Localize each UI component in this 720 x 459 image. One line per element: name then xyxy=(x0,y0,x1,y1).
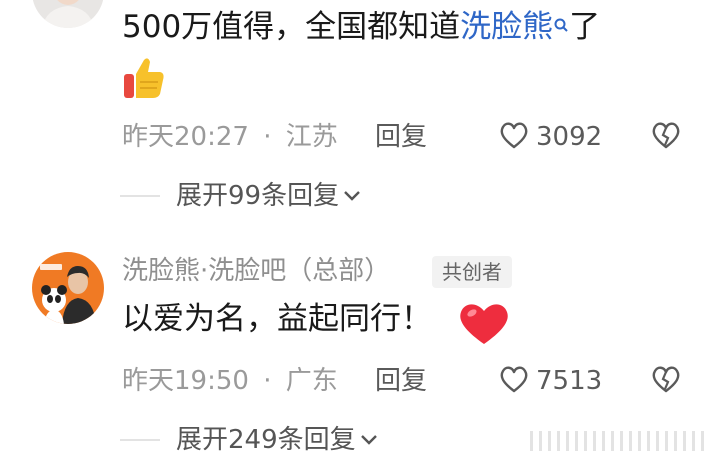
dislike-button[interactable] xyxy=(650,120,682,154)
watermark xyxy=(530,431,710,451)
heart-outline-icon xyxy=(498,120,530,153)
meta-separator: · xyxy=(263,366,272,396)
comment-text: 以爱为名，益起同行！ xyxy=(122,304,432,335)
comment-meta: 昨天19:50 · 广东 xyxy=(122,368,338,394)
search-icon[interactable] xyxy=(553,10,569,41)
comment-text-body: 以爱为名，益起同行！ xyxy=(122,301,432,337)
like-button[interactable]: 7513 xyxy=(498,364,602,397)
comment-author[interactable]: 洗脸熊·洗脸吧（总部） xyxy=(122,258,390,284)
expand-replies-label: 展开99条回复 xyxy=(176,181,340,211)
dislike-button[interactable] xyxy=(650,364,682,398)
chevron-down-icon xyxy=(343,187,361,206)
divider-line xyxy=(120,195,160,197)
comment-location: 江苏 xyxy=(285,122,338,152)
heart-outline-icon xyxy=(498,364,530,397)
author-badge: 共创者 xyxy=(432,256,512,288)
broken-heart-icon xyxy=(650,122,682,154)
avatar[interactable] xyxy=(32,252,104,324)
comment-text: 500万值得，全国都知道洗脸熊了 xyxy=(122,12,600,43)
comment-location: 广东 xyxy=(285,366,338,396)
expand-replies-label: 展开249条回复 xyxy=(176,425,356,455)
like-button[interactable]: 3092 xyxy=(498,120,602,153)
red-heart-emoji xyxy=(458,300,510,350)
like-count: 7513 xyxy=(536,365,603,396)
expand-replies-button[interactable]: 展开249条回复 xyxy=(120,427,378,453)
comment-text-suffix: 了 xyxy=(569,9,601,45)
comment-text-prefix: 500万值得，全国都知道 xyxy=(122,9,461,45)
avatar[interactable] xyxy=(32,0,104,28)
comment-time: 昨天19:50 xyxy=(122,366,249,396)
comment-time: 昨天20:27 xyxy=(122,122,249,152)
reply-button[interactable]: 回复 xyxy=(375,368,427,394)
expand-replies-button[interactable]: 展开99条回复 xyxy=(120,183,361,209)
comment-meta: 昨天20:27 · 江苏 xyxy=(122,124,338,150)
reply-button[interactable]: 回复 xyxy=(375,124,427,150)
broken-heart-icon xyxy=(650,366,682,398)
meta-separator: · xyxy=(263,122,272,152)
divider-line xyxy=(120,439,160,441)
topic-link[interactable]: 洗脸熊 xyxy=(460,9,553,45)
like-count: 3092 xyxy=(536,121,603,152)
chevron-down-icon xyxy=(360,431,378,450)
thumbs-up-emoji xyxy=(122,56,166,106)
